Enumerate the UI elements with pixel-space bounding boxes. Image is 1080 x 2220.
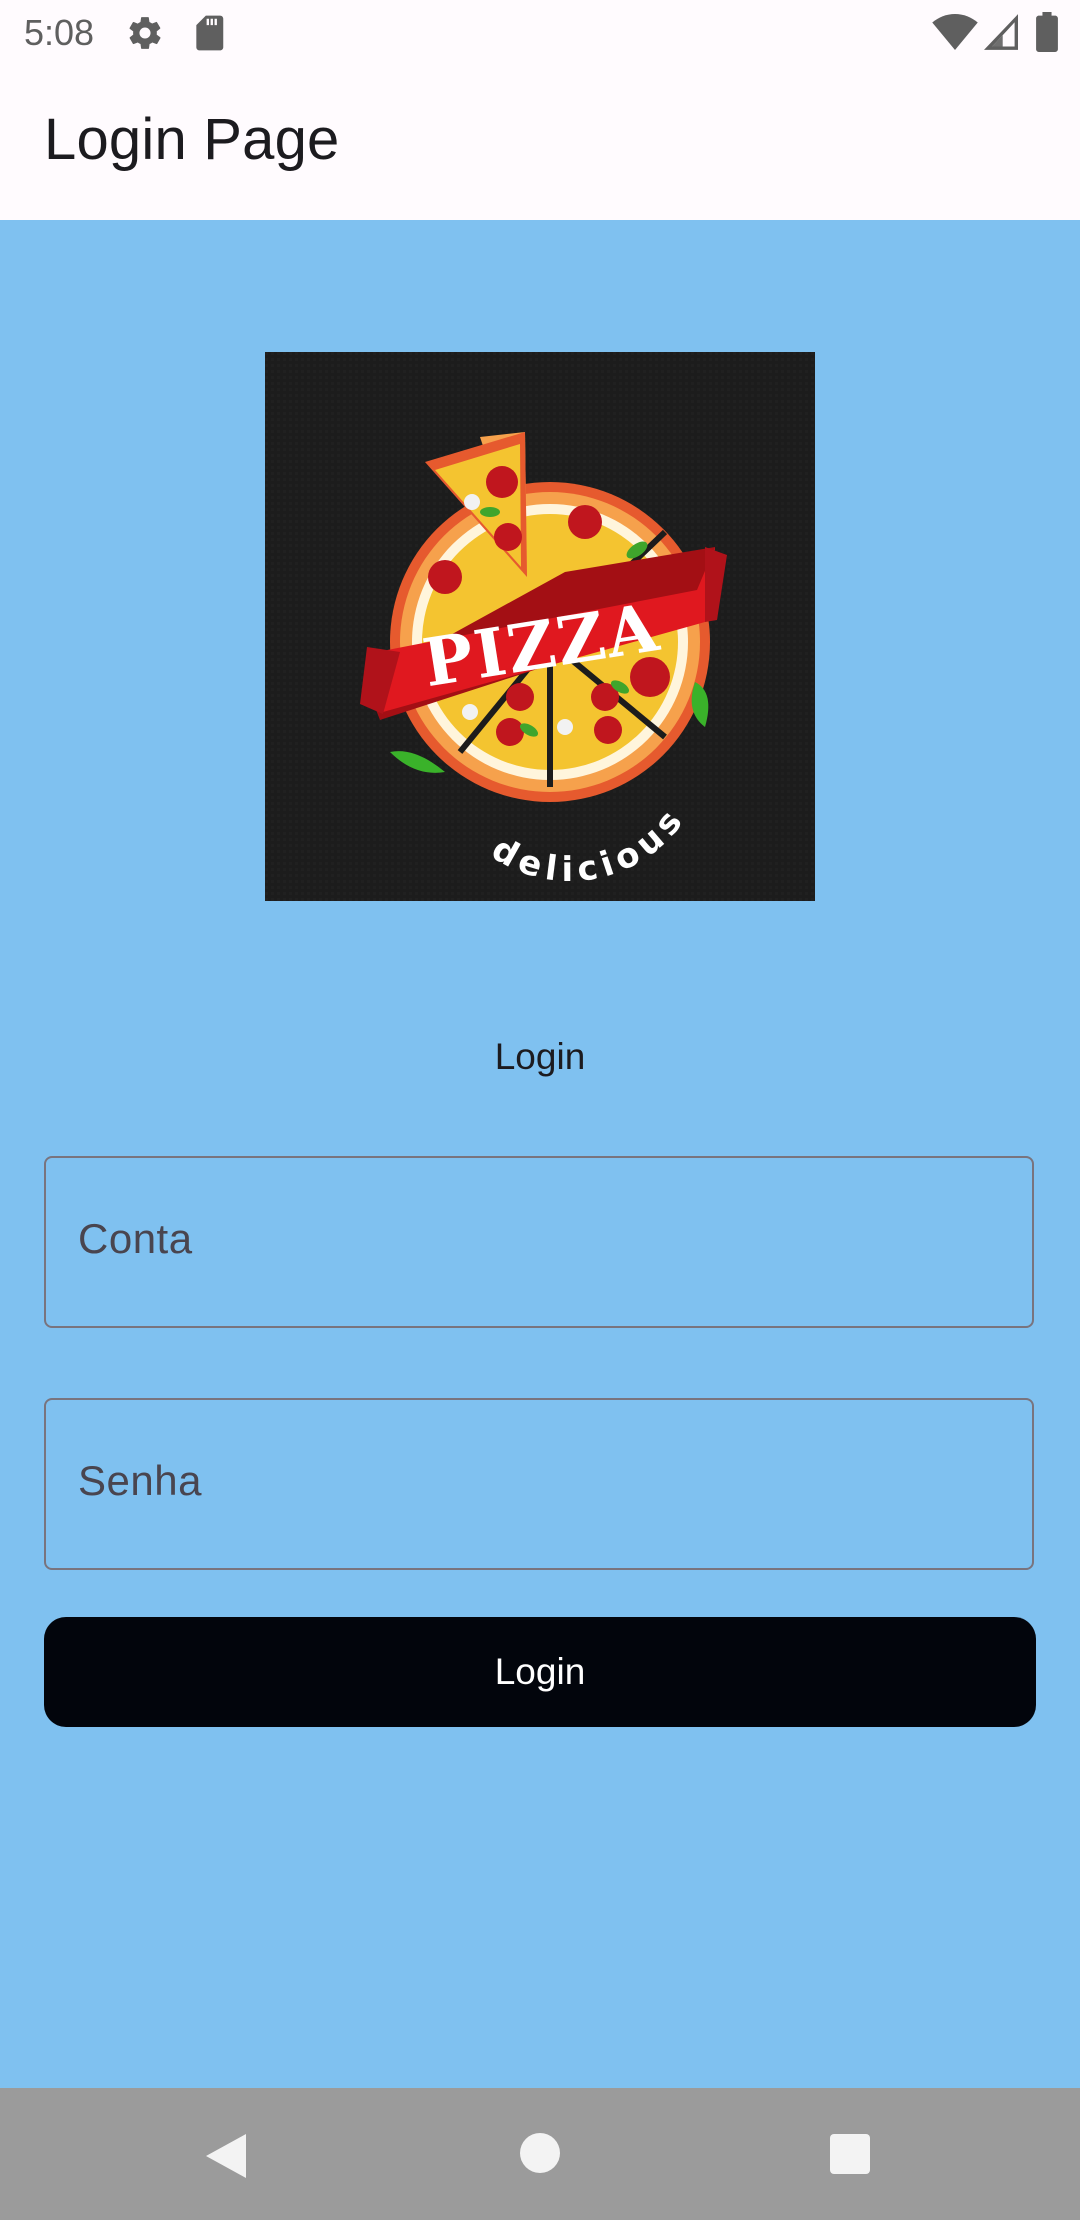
app-bar: Login Page bbox=[0, 66, 1080, 220]
home-icon[interactable] bbox=[519, 2132, 561, 2174]
pizza-logo-graphic: PIZZA delicious bbox=[265, 352, 815, 901]
navigation-bar bbox=[0, 2088, 1080, 2220]
pizza-logo: PIZZA delicious bbox=[265, 352, 815, 901]
back-icon[interactable] bbox=[204, 2132, 248, 2180]
page-title: Login Page bbox=[44, 107, 340, 172]
status-bar: 5:08 bbox=[0, 0, 1080, 66]
password-input[interactable]: Senha bbox=[44, 1398, 1034, 1570]
wifi-icon bbox=[932, 14, 978, 50]
phone-screen: 5:08 Login Page PIZZA delicious Login Co… bbox=[0, 0, 1080, 2220]
sdcard-icon bbox=[196, 15, 224, 51]
password-input-placeholder: Senha bbox=[78, 1457, 202, 1504]
signal-icon bbox=[984, 14, 1018, 50]
account-input[interactable]: Conta bbox=[44, 1156, 1034, 1328]
account-input-placeholder: Conta bbox=[78, 1215, 193, 1262]
login-heading: Login bbox=[494, 1036, 586, 1077]
recents-icon[interactable] bbox=[829, 2133, 871, 2175]
login-button[interactable]: Login bbox=[44, 1617, 1036, 1727]
status-time: 5:08 bbox=[24, 12, 95, 53]
gear-icon bbox=[129, 17, 161, 49]
battery-icon bbox=[1036, 12, 1058, 52]
